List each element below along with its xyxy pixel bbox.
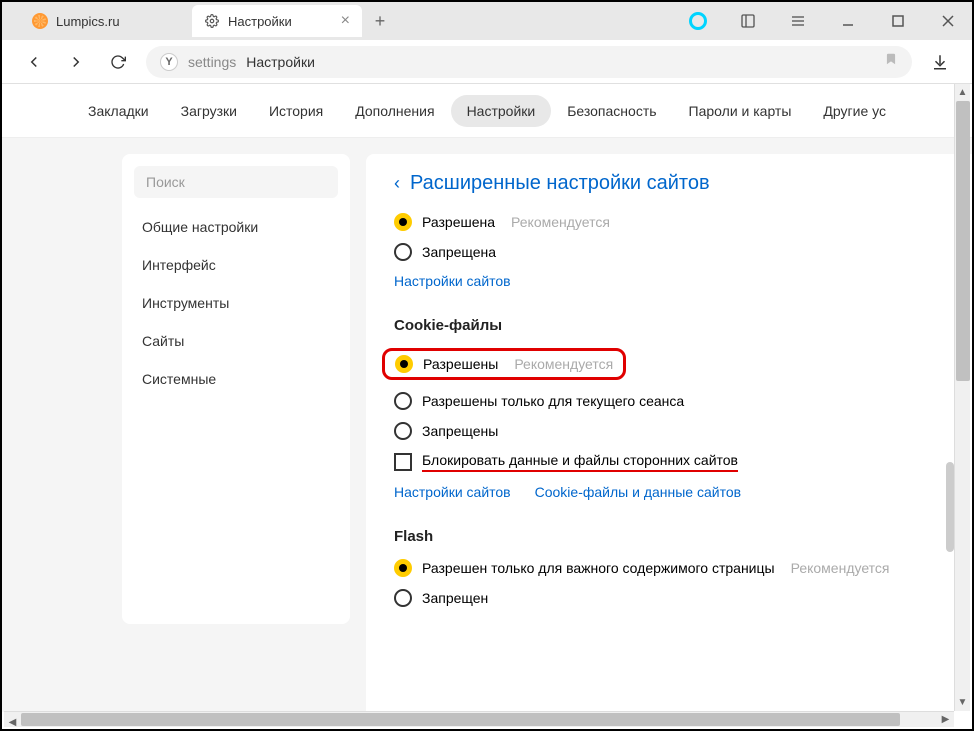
sidebar-item-sites[interactable]: Сайты	[122, 322, 350, 360]
nav-addons[interactable]: Дополнения	[339, 95, 450, 127]
radio-flash-important[interactable]: Разрешен только для важного содержимого …	[394, 559, 944, 577]
option-label: Запрещен	[422, 590, 488, 606]
address-field[interactable]: Y settings Настройки	[146, 46, 912, 78]
radio-icon	[394, 392, 412, 410]
option-hint: Рекомендуется	[511, 214, 610, 230]
radio-allowed[interactable]: Разрешена Рекомендуется	[394, 213, 944, 231]
radio-forbidden[interactable]: Запрещена	[394, 243, 944, 261]
forward-button[interactable]	[62, 48, 90, 76]
sidebar-item-system[interactable]: Системные	[122, 360, 350, 398]
tab-bar: Lumpics.ru Настройки × +	[2, 2, 972, 40]
radio-icon	[394, 559, 412, 577]
option-hint: Рекомендуется	[791, 560, 890, 576]
radio-icon	[394, 589, 412, 607]
radio-cookies-allowed[interactable]: Разрешены Рекомендуется	[394, 348, 944, 380]
option-label: Разрешены только для текущего сеанса	[422, 393, 684, 409]
option-label: Запрещена	[422, 244, 496, 260]
scroll-right-icon[interactable]: ▶	[937, 712, 954, 727]
minimize-button[interactable]	[832, 5, 864, 37]
downloads-button[interactable]	[926, 48, 954, 76]
group-title: Flash	[394, 528, 944, 545]
search-input[interactable]: Поиск	[134, 166, 338, 198]
lumpics-icon	[32, 13, 48, 29]
settings-top-nav: Закладки Загрузки История Дополнения Нас…	[2, 84, 972, 138]
tab-label: Настройки	[228, 14, 292, 29]
option-label: Разрешены	[423, 356, 498, 372]
zen-icon[interactable]	[682, 5, 714, 37]
scrollbar-thumb[interactable]	[946, 462, 954, 552]
checkbox-block-thirdparty[interactable]: Блокировать данные и файлы сторонних сай…	[394, 452, 944, 472]
radio-icon	[394, 422, 412, 440]
option-label: Разрешена	[422, 214, 495, 230]
settings-sidebar: Поиск Общие настройки Интерфейс Инструме…	[122, 154, 350, 624]
nav-bookmarks[interactable]: Закладки	[72, 95, 165, 127]
section-prev: Разрешена Рекомендуется Запрещена Настро…	[394, 213, 944, 289]
scrollbar-thumb[interactable]	[956, 101, 970, 381]
radio-icon	[394, 243, 412, 261]
option-hint: Рекомендуется	[514, 356, 613, 372]
link-cookie-data[interactable]: Cookie-файлы и данные сайтов	[535, 484, 741, 500]
section-cookies: Cookie-файлы Разрешены Рекомендуется Раз…	[394, 317, 944, 500]
panel-title-row[interactable]: ‹ Расширенные настройки сайтов	[394, 172, 944, 195]
settings-panel: ‹ Расширенные настройки сайтов Разрешена…	[366, 154, 972, 712]
nav-passwords[interactable]: Пароли и карты	[673, 95, 808, 127]
link-site-settings[interactable]: Настройки сайтов	[394, 273, 511, 289]
radio-cookies-session[interactable]: Разрешены только для текущего сеанса	[394, 392, 944, 410]
scroll-left-icon[interactable]: ◀	[4, 715, 21, 730]
maximize-button[interactable]	[882, 5, 914, 37]
group-title: Cookie-файлы	[394, 317, 944, 334]
scroll-up-icon[interactable]: ▲	[955, 84, 970, 101]
gear-icon	[204, 13, 220, 29]
address-prefix: settings	[188, 54, 236, 70]
sidebar-item-general[interactable]: Общие настройки	[122, 208, 350, 246]
nav-history[interactable]: История	[253, 95, 339, 127]
close-icon[interactable]: ×	[341, 12, 350, 30]
link-site-settings[interactable]: Настройки сайтов	[394, 484, 511, 500]
radio-icon	[394, 213, 412, 231]
section-flash: Flash Разрешен только для важного содерж…	[394, 528, 944, 607]
reload-button[interactable]	[104, 48, 132, 76]
panel-scrollbar[interactable]	[946, 202, 954, 602]
yandex-icon: Y	[160, 53, 178, 71]
nav-settings[interactable]: Настройки	[451, 95, 552, 127]
nav-security[interactable]: Безопасность	[551, 95, 672, 127]
scrollbar-thumb[interactable]	[21, 713, 900, 726]
address-bar: Y settings Настройки	[2, 40, 972, 84]
option-label: Блокировать данные и файлы сторонних сай…	[422, 452, 738, 472]
nav-other[interactable]: Другие ус	[807, 95, 902, 127]
option-label: Разрешен только для важного содержимого …	[422, 560, 775, 576]
tab-lumpics[interactable]: Lumpics.ru	[20, 5, 190, 37]
radio-cookies-forbidden[interactable]: Запрещены	[394, 422, 944, 440]
back-chevron-icon[interactable]: ‹	[394, 173, 400, 194]
radio-icon	[395, 355, 413, 373]
sidebar-toggle-icon[interactable]	[732, 5, 764, 37]
new-tab-button[interactable]: +	[364, 5, 396, 37]
checkbox-icon	[394, 453, 412, 471]
sidebar-item-tools[interactable]: Инструменты	[122, 284, 350, 322]
tab-label: Lumpics.ru	[56, 14, 120, 29]
close-button[interactable]	[932, 5, 964, 37]
horizontal-scrollbar[interactable]: ◀ ▶	[4, 711, 954, 727]
back-button[interactable]	[20, 48, 48, 76]
tab-settings[interactable]: Настройки ×	[192, 5, 362, 37]
content-area: Закладки Загрузки История Дополнения Нас…	[2, 84, 972, 712]
bookmark-icon[interactable]	[884, 51, 898, 72]
option-label: Запрещены	[422, 423, 498, 439]
vertical-scrollbar[interactable]: ▲ ▼	[954, 84, 970, 711]
nav-downloads[interactable]: Загрузки	[165, 95, 253, 127]
sidebar-item-interface[interactable]: Интерфейс	[122, 246, 350, 284]
radio-flash-forbidden[interactable]: Запрещен	[394, 589, 944, 607]
menu-icon[interactable]	[782, 5, 814, 37]
panel-title: Расширенные настройки сайтов	[410, 172, 710, 195]
address-title: Настройки	[246, 54, 315, 70]
window-controls	[682, 2, 964, 40]
scroll-down-icon[interactable]: ▼	[955, 694, 970, 711]
